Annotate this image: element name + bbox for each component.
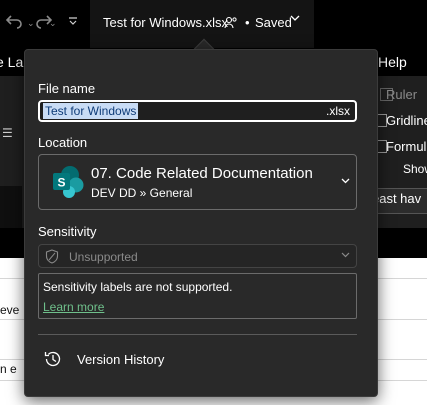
chevron-down-icon [341, 250, 350, 262]
learn-more-link[interactable]: Learn more [43, 300, 104, 314]
sensitivity-value: Unsupported [69, 250, 138, 264]
sensitivity-dropdown: Unsupported [38, 244, 357, 268]
version-history-label: Version History [77, 352, 165, 367]
chevron-down-icon [290, 12, 300, 27]
location-dropdown[interactable]: S 07. Code Related Documentation DEV DD … [38, 154, 357, 210]
divider [38, 334, 357, 335]
version-history-button[interactable]: Version History [38, 346, 238, 374]
file-title: Test for Windows.xlsx [103, 15, 228, 30]
shared-users-icon [224, 16, 238, 35]
sensitivity-message: Sensitivity labels are not supported. [43, 280, 233, 294]
redo-dropdown-icon[interactable]: ⌄ [49, 10, 57, 36]
gridlines-label: Gridline [386, 113, 427, 128]
file-name-value: Test for Windows [43, 103, 139, 119]
info-left-strip [0, 186, 22, 228]
sharepoint-icon: S [51, 165, 85, 199]
file-name-label: File name [38, 81, 96, 96]
sensitivity-label: Sensitivity [38, 224, 97, 239]
shield-icon [45, 249, 59, 264]
separator-dot: • [245, 15, 250, 30]
info-message: east hav [372, 191, 422, 206]
menu-tab-page-layout[interactable]: e La [0, 54, 23, 70]
formula-bar-label: Formula [386, 139, 427, 154]
cell-text: n e [0, 362, 17, 376]
file-name-input[interactable]: Test for Windows .xlsx [38, 100, 357, 122]
sensitivity-info-box: Sensitivity labels are not supported. Le… [38, 273, 357, 319]
history-icon [43, 349, 63, 369]
undo-icon[interactable] [4, 10, 24, 36]
chevron-down-icon [341, 174, 350, 188]
file-info-popup: File name Test for Windows .xlsx Locatio… [24, 49, 378, 397]
cell-text: eve [0, 303, 20, 317]
menu-tab-help[interactable]: Help [378, 54, 407, 70]
location-path: DEV DD » General [91, 186, 193, 200]
ruler-label: Ruler [386, 87, 418, 102]
show-group-label: Show [403, 162, 427, 176]
title-bar: ⌄ ⌄ Test for Windows.xlsx • Saved [0, 0, 427, 48]
customize-toolbar-icon[interactable] [68, 10, 78, 36]
location-name: 07. Code Related Documentation [91, 165, 313, 182]
save-status: Saved [255, 15, 292, 30]
file-extension: .xlsx [326, 104, 350, 118]
svg-text:S: S [57, 176, 65, 190]
list-icon[interactable]: ☰ [2, 126, 13, 140]
location-label: Location [38, 135, 88, 150]
